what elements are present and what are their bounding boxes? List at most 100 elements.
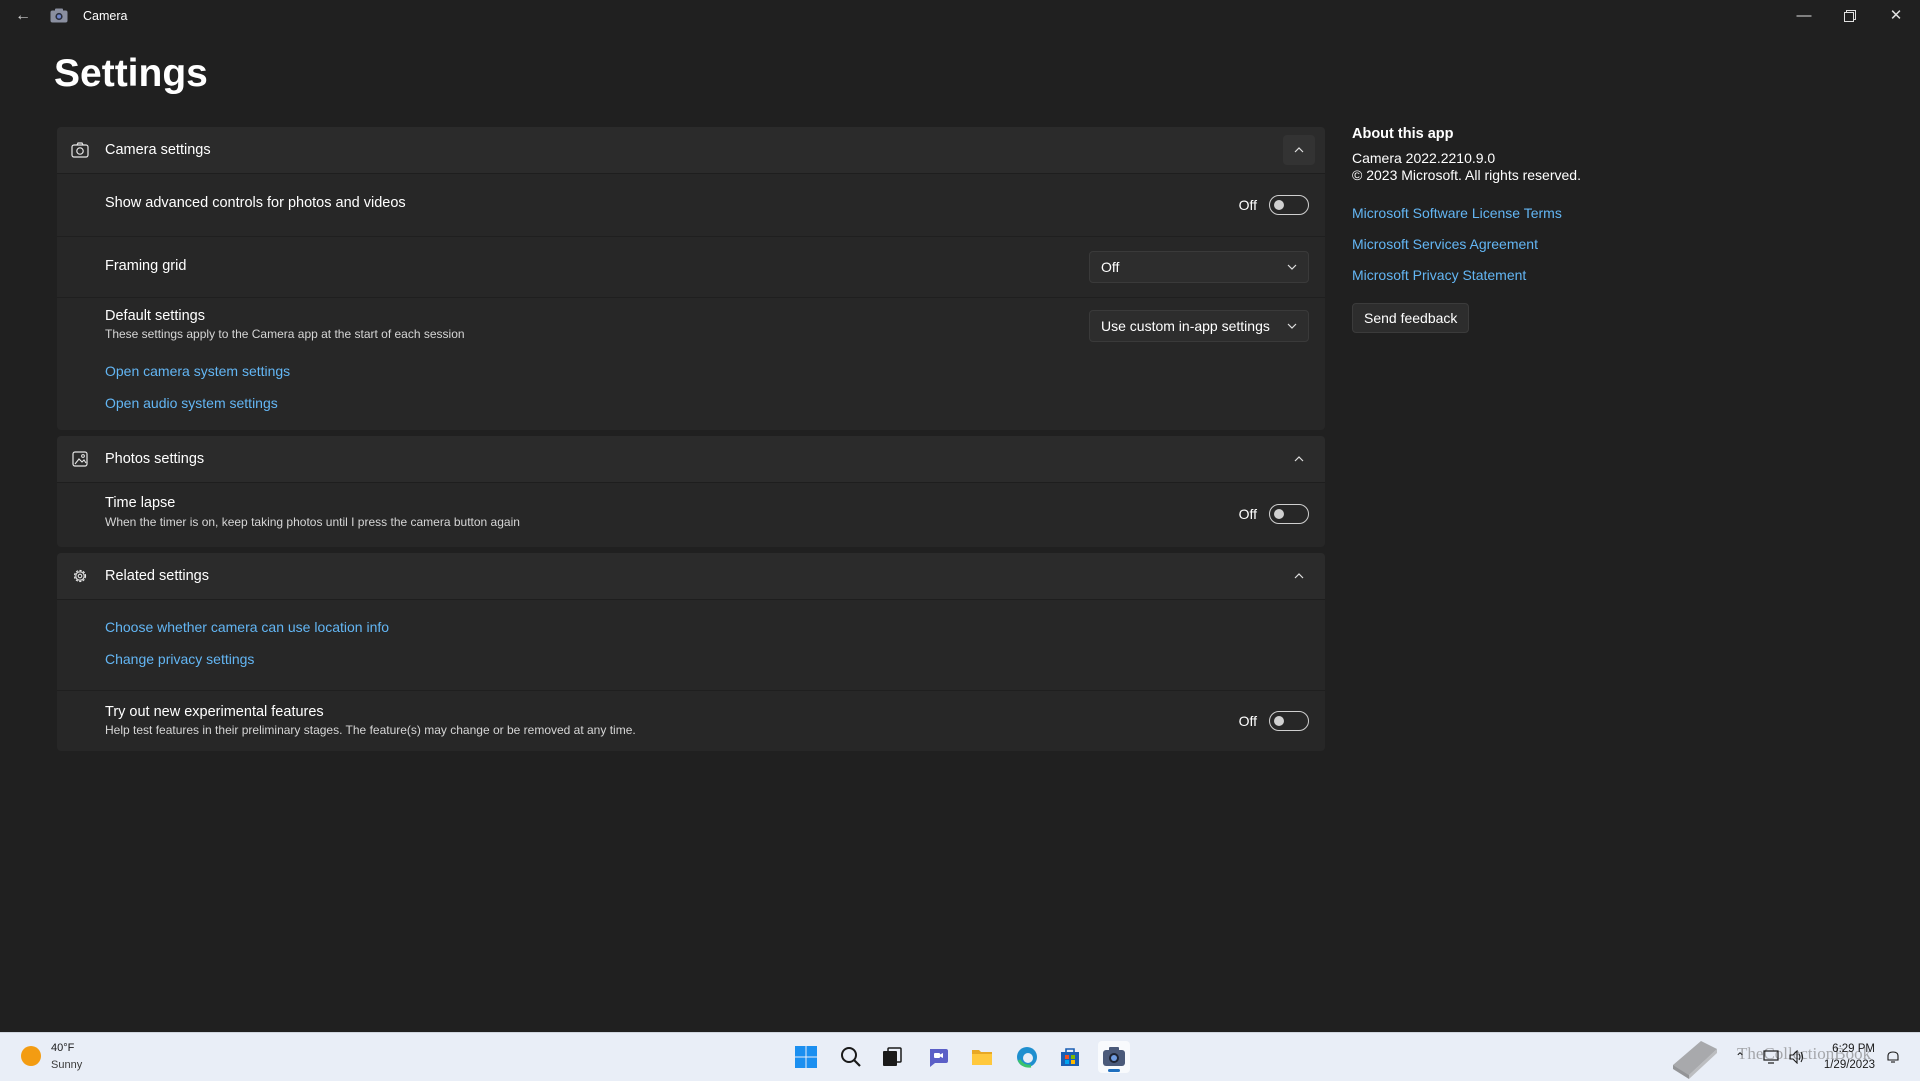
chevron-down-icon (1287, 264, 1297, 270)
camera-settings-title: Camera settings (105, 142, 211, 158)
store-button[interactable] (1054, 1041, 1086, 1073)
close-icon: ✕ (1889, 7, 1903, 24)
show-hidden-icons-button[interactable]: ⌃ (1730, 1033, 1750, 1081)
notifications-button[interactable] (1882, 1033, 1904, 1081)
framing-grid-value: Off (1101, 259, 1120, 275)
chevron-up-icon: ⌃ (1734, 1050, 1746, 1064)
experimental-features-description: Help test features in their preliminary … (105, 723, 636, 737)
time-lapse-toggle[interactable] (1269, 504, 1309, 524)
store-icon (1061, 1048, 1079, 1066)
weather-temperature[interactable]: 40°F (51, 1042, 74, 1054)
about-version: Camera 2022.2210.9.0 (1352, 150, 1496, 166)
time-lapse-label: Time lapse (105, 495, 176, 511)
restore-button[interactable] (1827, 0, 1873, 32)
default-settings-value: Use custom in-app settings (1101, 318, 1270, 334)
photos-settings-section: Photos settings Time lapse When the time… (57, 436, 1325, 547)
privacy-statement-link[interactable]: Microsoft Privacy Statement (1352, 267, 1652, 283)
location-info-link[interactable]: Choose whether camera can use location i… (105, 619, 389, 635)
camera-settings-header[interactable]: Camera settings (57, 127, 1325, 173)
default-settings-row: Default settings These settings apply to… (57, 298, 1325, 430)
search-icon (841, 1047, 861, 1067)
active-app-indicator (1108, 1069, 1120, 1072)
edge-icon (1017, 1047, 1037, 1068)
default-settings-dropdown[interactable]: Use custom in-app settings (1089, 310, 1309, 342)
toggle-knob (1274, 200, 1284, 210)
sun-icon[interactable] (21, 1046, 41, 1066)
file-explorer-button[interactable] (966, 1041, 998, 1073)
about-links: Microsoft Software License Terms Microso… (1352, 205, 1652, 283)
title-bar: ← Camera — ✕ (0, 0, 1920, 32)
book-logo-icon (1673, 1041, 1717, 1079)
chevron-up-icon (1294, 456, 1304, 462)
minimize-button[interactable]: — (1781, 0, 1827, 32)
start-button[interactable] (790, 1041, 822, 1073)
taskbar: 40°F Sunny TheCollectionBook ⌃ 6:29 PM 1… (0, 1032, 1920, 1081)
framing-grid-dropdown[interactable]: Off (1089, 251, 1309, 283)
chevron-down-icon (1287, 323, 1297, 329)
volume-button[interactable] (1786, 1033, 1808, 1081)
experimental-features-row: Try out new experimental features Help t… (57, 691, 1325, 751)
license-terms-link[interactable]: Microsoft Software License Terms (1352, 205, 1652, 221)
windows-start-icon (795, 1046, 817, 1068)
photos-settings-collapse-button[interactable] (1283, 444, 1315, 474)
camera-taskbar-button[interactable] (1098, 1041, 1130, 1073)
edge-button[interactable] (1011, 1041, 1043, 1073)
advanced-controls-toggle-group: Off (1239, 195, 1309, 215)
camera-app-icon (1103, 1047, 1125, 1066)
camera-settings-body: Show advanced controls for photos and vi… (57, 173, 1325, 430)
clock-date: 1/29/2023 (1823, 1059, 1875, 1071)
task-view-icon (883, 1047, 902, 1066)
services-agreement-link[interactable]: Microsoft Services Agreement (1352, 236, 1652, 252)
about-panel: About this app Camera 2022.2210.9.0 © 20… (1352, 126, 1652, 333)
advanced-controls-row: Show advanced controls for photos and vi… (57, 174, 1325, 237)
open-camera-system-settings-link[interactable]: Open camera system settings (105, 363, 290, 379)
camera-settings-collapse-button[interactable] (1283, 135, 1315, 165)
gear-icon (73, 569, 87, 583)
advanced-controls-toggle[interactable] (1269, 195, 1309, 215)
restore-icon (1844, 10, 1856, 22)
network-icon (1763, 1050, 1779, 1064)
search-button[interactable] (835, 1041, 867, 1073)
settings-main: Camera settings Show advanced controls f… (57, 127, 1325, 757)
default-settings-description: These settings apply to the Camera app a… (105, 327, 465, 341)
chevron-up-icon (1294, 147, 1304, 153)
photos-settings-body: Time lapse When the timer is on, keep ta… (57, 482, 1325, 547)
volume-icon (1789, 1050, 1804, 1064)
time-lapse-description: When the timer is on, keep taking photos… (105, 515, 520, 529)
clock[interactable]: 6:29 PM 1/29/2023 (1824, 1041, 1875, 1073)
experimental-features-state: Off (1238, 713, 1257, 729)
framing-grid-label: Framing grid (105, 258, 187, 274)
task-view-button[interactable] (876, 1041, 908, 1073)
clock-time: 6:29 PM (1832, 1043, 1875, 1055)
photo-icon (72, 451, 88, 467)
chat-icon (930, 1049, 948, 1067)
photos-settings-header[interactable]: Photos settings (57, 436, 1325, 482)
camera-icon (71, 142, 89, 158)
related-links-row: Choose whether camera can use location i… (57, 600, 1325, 691)
about-copyright: © 2023 Microsoft. All rights reserved. (1352, 167, 1581, 183)
advanced-controls-label: Show advanced controls for photos and vi… (105, 195, 406, 211)
time-lapse-state: Off (1238, 506, 1257, 522)
related-settings-header[interactable]: Related settings (57, 553, 1325, 599)
related-settings-collapse-button[interactable] (1283, 561, 1315, 591)
network-button[interactable] (1760, 1033, 1782, 1081)
experimental-features-toggle[interactable] (1269, 711, 1309, 731)
send-feedback-button[interactable]: Send feedback (1352, 303, 1470, 333)
time-lapse-row: Time lapse When the timer is on, keep ta… (57, 483, 1325, 547)
experimental-features-label: Try out new experimental features (105, 704, 324, 720)
advanced-controls-state: Off (1238, 197, 1257, 213)
default-settings-label: Default settings (105, 308, 205, 324)
weather-condition[interactable]: Sunny (51, 1059, 82, 1071)
window-title: Camera (83, 9, 128, 23)
photos-settings-title: Photos settings (105, 451, 205, 467)
camera-app-icon (50, 8, 68, 23)
chat-button[interactable] (922, 1041, 954, 1073)
privacy-settings-link[interactable]: Change privacy settings (105, 651, 254, 667)
open-audio-system-settings-link[interactable]: Open audio system settings (105, 395, 278, 411)
close-button[interactable]: ✕ (1873, 0, 1919, 32)
back-button[interactable]: ← (10, 6, 36, 26)
toggle-knob (1274, 509, 1284, 519)
toggle-knob (1274, 716, 1284, 726)
camera-settings-section: Camera settings Show advanced controls f… (57, 127, 1325, 430)
file-explorer-icon (972, 1050, 992, 1065)
